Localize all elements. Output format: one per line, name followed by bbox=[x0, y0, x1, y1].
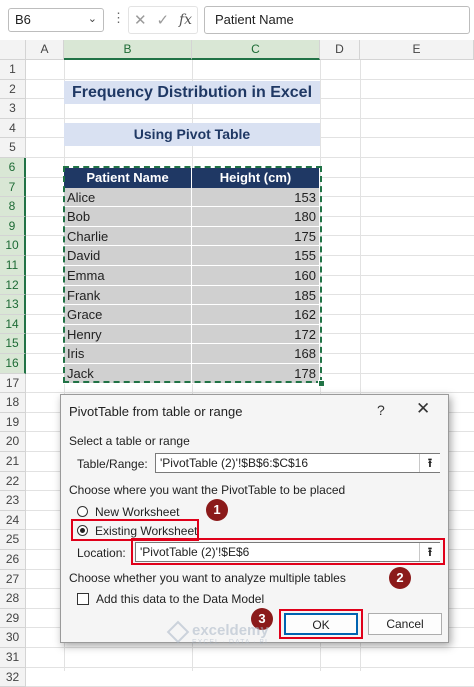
table-range-value: 'PivotTable (2)'!$B$6:$C$16 bbox=[160, 456, 309, 470]
formula-bar: B6 ⌄ ⋮ ✕ ✓ fx Patient Name bbox=[0, 0, 474, 41]
row-header[interactable]: 20 bbox=[0, 432, 26, 452]
gridline bbox=[26, 157, 474, 158]
row-header[interactable]: 26 bbox=[0, 550, 26, 570]
row-header[interactable]: 24 bbox=[0, 510, 26, 531]
help-icon[interactable]: ? bbox=[377, 402, 385, 418]
dialog-title: PivotTable from table or range bbox=[69, 404, 243, 419]
row-header[interactable]: 6 bbox=[0, 158, 26, 178]
cancel-button[interactable]: Cancel bbox=[368, 613, 442, 635]
table-range-input[interactable]: 'PivotTable (2)'!$B$6:$C$16 bbox=[155, 453, 440, 473]
column-header-a[interactable]: A bbox=[26, 40, 64, 60]
watermark-name: exceldemy bbox=[192, 622, 269, 639]
formula-text: Patient Name bbox=[215, 12, 294, 27]
gridline bbox=[26, 78, 474, 80]
row-header[interactable]: 5 bbox=[0, 138, 26, 158]
row-header[interactable]: 12 bbox=[0, 275, 26, 296]
radio-new-worksheet[interactable] bbox=[77, 506, 88, 517]
row-header[interactable]: 29 bbox=[0, 608, 26, 629]
gridline bbox=[26, 117, 474, 119]
row-header[interactable]: 4 bbox=[0, 118, 26, 139]
new-worksheet-label[interactable]: New Worksheet bbox=[95, 505, 179, 519]
row-header[interactable]: 16 bbox=[0, 354, 26, 374]
cancel-icon[interactable]: ✕ bbox=[134, 11, 147, 29]
close-icon[interactable]: ✕ bbox=[416, 399, 430, 419]
ok-button[interactable]: OK bbox=[284, 613, 358, 635]
row-header[interactable]: 18 bbox=[0, 393, 26, 413]
name-box-value: B6 bbox=[15, 12, 31, 27]
row-header[interactable]: 31 bbox=[0, 648, 26, 668]
watermark-tagline: EXCEL · DATA · BI bbox=[192, 639, 268, 646]
exceldemy-logo-icon bbox=[166, 620, 190, 644]
column-header-e[interactable]: E bbox=[360, 40, 474, 60]
section-placement: Choose where you want the PivotTable to … bbox=[69, 483, 346, 497]
sheet-subtitle: Using Pivot Table bbox=[64, 123, 320, 146]
row-header[interactable]: 17 bbox=[0, 373, 26, 394]
gridline bbox=[26, 647, 474, 648]
selection-border bbox=[63, 166, 322, 383]
row-header[interactable]: 7 bbox=[0, 177, 26, 198]
column-header-c[interactable]: C bbox=[192, 40, 320, 60]
name-box[interactable]: B6 ⌄ bbox=[8, 8, 104, 32]
row-header[interactable]: 23 bbox=[0, 491, 26, 511]
row-header[interactable]: 8 bbox=[0, 197, 26, 217]
row-header[interactable]: 27 bbox=[0, 569, 26, 590]
select-all-corner[interactable] bbox=[0, 40, 26, 60]
row-header[interactable]: 14 bbox=[0, 314, 26, 335]
column-header-b[interactable]: B bbox=[64, 40, 192, 60]
row-header[interactable]: 2 bbox=[0, 79, 26, 100]
row-header[interactable]: 1 bbox=[0, 60, 26, 80]
row-header[interactable]: 25 bbox=[0, 530, 26, 550]
insert-function-icon[interactable]: fx bbox=[179, 12, 192, 28]
pivottable-dialog: PivotTable from table or range ? ✕ Selec… bbox=[60, 394, 449, 643]
row-header[interactable]: 13 bbox=[0, 295, 26, 315]
row-header[interactable]: 19 bbox=[0, 412, 26, 433]
watermark-logo: exceldemy EXCEL · DATA · BI bbox=[166, 620, 269, 646]
location-label: Location: bbox=[77, 546, 126, 560]
row-header[interactable]: 3 bbox=[0, 99, 26, 119]
row-header[interactable]: 10 bbox=[0, 236, 26, 256]
data-model-label[interactable]: Add this data to the Data Model bbox=[96, 592, 264, 606]
row-header[interactable]: 22 bbox=[0, 471, 26, 492]
formula-input[interactable]: Patient Name bbox=[204, 6, 470, 34]
row-header[interactable]: 11 bbox=[0, 256, 26, 276]
sheet-title: Frequency Distribution in Excel bbox=[64, 81, 320, 104]
row-header[interactable]: 9 bbox=[0, 216, 26, 237]
table-range-label: Table/Range: bbox=[77, 457, 148, 471]
row-header[interactable]: 28 bbox=[0, 589, 26, 609]
row-header[interactable]: 15 bbox=[0, 334, 26, 354]
collapse-dialog-icon[interactable]: ⭱ bbox=[419, 454, 440, 472]
step-badge-1: 1 bbox=[206, 499, 228, 521]
data-model-checkbox[interactable] bbox=[77, 593, 89, 605]
step-badge-2: 2 bbox=[389, 567, 411, 589]
formula-actions: ✕ ✓ fx bbox=[128, 6, 198, 34]
gridline bbox=[26, 666, 474, 668]
row-header[interactable]: 21 bbox=[0, 452, 26, 472]
section-multiple-tables: Choose whether you want to analyze multi… bbox=[69, 571, 346, 585]
section-select-range: Select a table or range bbox=[69, 434, 190, 448]
enter-icon[interactable]: ✓ bbox=[156, 11, 169, 29]
row-header[interactable]: 30 bbox=[0, 628, 26, 648]
column-header-d[interactable]: D bbox=[320, 40, 360, 60]
chevron-down-icon[interactable]: ⌄ bbox=[88, 12, 97, 25]
fill-handle[interactable] bbox=[318, 380, 325, 387]
more-options-icon[interactable]: ⋮ bbox=[112, 10, 125, 26]
highlight-location bbox=[131, 538, 445, 565]
